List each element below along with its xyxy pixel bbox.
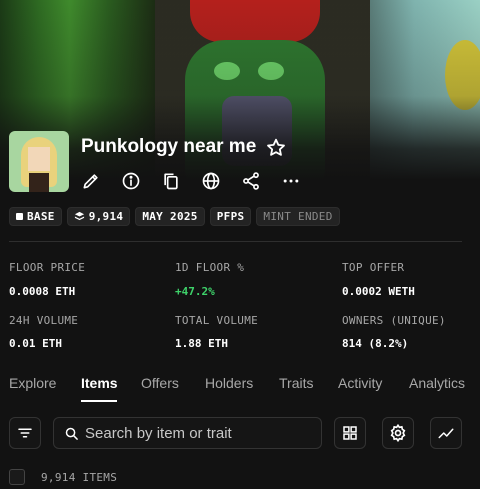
chart-view-button[interactable] <box>430 417 462 449</box>
divider <box>9 241 462 242</box>
tab-offers[interactable]: Offers <box>141 375 179 391</box>
square-icon <box>16 213 23 220</box>
tab-activity[interactable]: Activity <box>338 375 382 391</box>
edit-icon[interactable] <box>81 171 101 191</box>
volume-24h-value: 0.01 ETH <box>9 337 62 350</box>
copy-icon[interactable] <box>161 171 181 191</box>
total-volume-label: TOTAL VOLUME <box>175 314 259 327</box>
category-tag[interactable]: PFPS <box>209 207 252 226</box>
supply-tag: 9,914 <box>66 207 131 226</box>
floor-1d-value: +47.2% <box>175 285 215 298</box>
top-offer-value: 0.0002 WETH <box>342 285 415 298</box>
collection-tags: BASE 9,914 MAY 2025 PFPS MINT ENDED <box>9 207 340 226</box>
tab-explore[interactable]: Explore <box>9 375 56 391</box>
select-all-checkbox[interactable] <box>9 469 25 485</box>
tab-traits[interactable]: Traits <box>279 375 313 391</box>
floor-price-label: FLOOR PRICE <box>9 261 86 274</box>
settings-button[interactable] <box>382 417 414 449</box>
chain-tag[interactable]: BASE <box>9 207 62 226</box>
collection-avatar <box>9 131 69 192</box>
collection-banner <box>0 0 480 240</box>
stack-icon <box>74 211 84 221</box>
top-offer-label: TOP OFFER <box>342 261 405 274</box>
grid-view-button[interactable] <box>334 417 366 449</box>
more-icon[interactable] <box>281 171 301 191</box>
favorite-star-icon[interactable] <box>265 137 287 159</box>
active-tab-indicator <box>81 400 117 402</box>
volume-24h-label: 24H VOLUME <box>9 314 79 327</box>
owners-label: OWNERS (UNIQUE) <box>342 314 446 327</box>
mint-status-tag: MINT ENDED <box>256 207 340 226</box>
collection-title: Punkology near me <box>81 136 257 157</box>
tab-items[interactable]: Items <box>81 375 118 391</box>
items-count: 9,914 ITEMS <box>41 471 118 484</box>
grid-icon <box>343 426 357 440</box>
tab-analytics[interactable]: Analytics <box>409 375 465 391</box>
gear-icon <box>390 423 406 443</box>
search-input[interactable] <box>85 424 305 442</box>
search-icon <box>65 427 78 440</box>
share-icon[interactable] <box>241 171 261 191</box>
date-tag: MAY 2025 <box>135 207 205 226</box>
floor-price-value: 0.0008 ETH <box>9 285 76 298</box>
tab-holders[interactable]: Holders <box>205 375 253 391</box>
filter-icon <box>18 428 32 438</box>
total-volume-value: 1.88 ETH <box>175 337 228 350</box>
info-icon[interactable] <box>121 171 141 191</box>
floor-1d-label: 1D FLOOR % <box>175 261 245 274</box>
trend-icon <box>438 428 454 439</box>
globe-icon[interactable] <box>201 171 221 191</box>
filter-button[interactable] <box>9 417 41 449</box>
search-box[interactable] <box>53 417 322 449</box>
owners-value: 814 (8.2%) <box>342 337 409 350</box>
